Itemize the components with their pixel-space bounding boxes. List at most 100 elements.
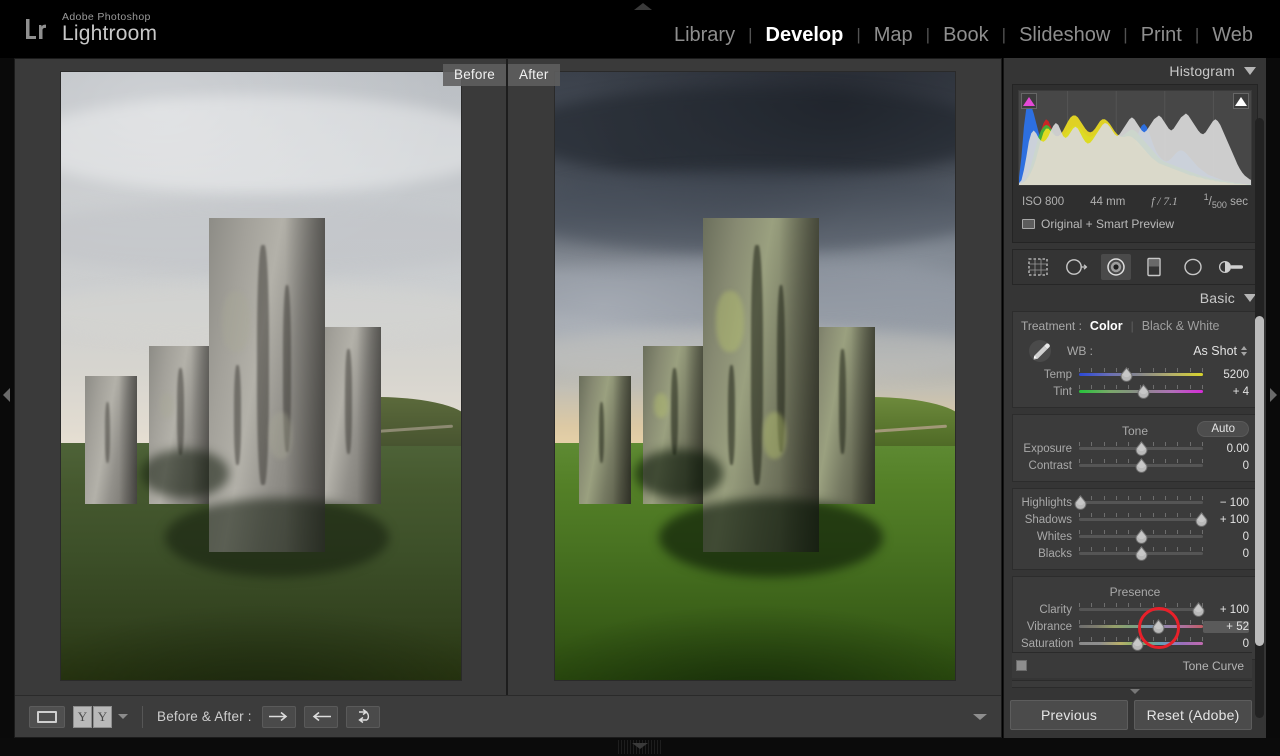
slider-value-tint[interactable]: + 4 (1203, 386, 1249, 398)
radial-filter-icon[interactable] (1178, 254, 1208, 280)
slider-label-contrast[interactable]: Contrast (1021, 460, 1079, 472)
histogram-graph[interactable] (1018, 90, 1252, 186)
reset-button[interactable]: Reset (Adobe) (1134, 700, 1252, 730)
after-photo[interactable] (554, 72, 955, 680)
crop-overlay-icon[interactable] (1023, 254, 1053, 280)
slider-track-clarity[interactable] (1079, 601, 1206, 618)
slider-value-contrast[interactable]: 0 (1203, 460, 1249, 472)
slider-label-whites[interactable]: Whites (1021, 531, 1079, 543)
top-panel-collapse-icon[interactable] (634, 3, 652, 10)
slider-knob-highlights[interactable] (1073, 495, 1088, 510)
before-pane[interactable]: Before (15, 59, 508, 695)
slider-track-highlights[interactable] (1074, 494, 1203, 511)
copy-after-settings-button[interactable] (303, 705, 338, 728)
slider-label-saturation[interactable]: Saturation (1021, 638, 1079, 650)
panel-scroll-down-icon[interactable] (1130, 689, 1140, 694)
copy-before-settings-button[interactable] (261, 705, 296, 728)
slider-track-blacks[interactable] (1079, 545, 1203, 562)
before-after-yy-left-button[interactable]: Y (73, 705, 92, 728)
toolbar-collapse-icon[interactable] (973, 713, 987, 720)
slider-label-temp[interactable]: Temp (1021, 369, 1079, 381)
module-develop[interactable]: Develop (753, 22, 857, 48)
slider-knob-contrast[interactable] (1134, 458, 1149, 473)
basic-panel-header[interactable]: Basic (1004, 285, 1266, 311)
preview-status[interactable]: Original + Smart Preview (1018, 213, 1252, 237)
slider-value-vibrance[interactable]: + 52 (1203, 620, 1249, 633)
view-mode-chevron-down-icon[interactable] (118, 714, 128, 719)
slider-track-contrast[interactable] (1079, 457, 1203, 474)
slider-track-whites[interactable] (1079, 528, 1203, 545)
filmstrip-collapse-bar[interactable] (0, 738, 1280, 756)
slider-track-saturation[interactable] (1079, 635, 1203, 652)
slider-row-exposure: Exposure 0.00 (1021, 440, 1249, 457)
auto-tone-button[interactable]: Auto (1197, 421, 1249, 438)
left-panel-collapse-button[interactable] (0, 58, 14, 738)
tone-title: Tone (1121, 423, 1149, 438)
slider-knob-clarity[interactable] (1191, 602, 1206, 617)
tone-curve-toggle-switch[interactable] (1016, 660, 1027, 671)
slider-track-shadows[interactable] (1079, 511, 1208, 528)
highlight-clipping-button[interactable] (1233, 93, 1249, 109)
slider-value-highlights[interactable]: − 100 (1203, 497, 1249, 509)
slider-label-shadows[interactable]: Shadows (1021, 514, 1079, 526)
slider-knob-tint[interactable] (1136, 384, 1151, 399)
slider-row-whites: Whites 0 (1021, 528, 1249, 545)
module-library[interactable]: Library (661, 22, 748, 48)
slider-label-clarity[interactable]: Clarity (1021, 604, 1079, 616)
before-after-yy-right-button[interactable]: Y (93, 705, 112, 728)
spot-removal-icon[interactable] (1062, 254, 1092, 280)
slider-label-exposure[interactable]: Exposure (1021, 443, 1079, 455)
slider-value-whites[interactable]: 0 (1203, 531, 1249, 543)
slider-value-blacks[interactable]: 0 (1203, 548, 1249, 560)
slider-label-vibrance[interactable]: Vibrance (1021, 621, 1079, 633)
slider-value-shadows[interactable]: + 100 (1203, 514, 1249, 526)
center-view: Before After Y Y Before & After: (14, 58, 1002, 738)
before-photo[interactable] (60, 72, 461, 680)
adjustment-brush-icon[interactable] (1217, 254, 1247, 280)
slider-value-temp[interactable]: 5200 (1203, 369, 1249, 381)
slider-label-tint[interactable]: Tint (1021, 386, 1079, 398)
slider-label-blacks[interactable]: Blacks (1021, 548, 1079, 560)
slider-knob-shadows[interactable] (1194, 512, 1209, 527)
slider-track-vibrance[interactable] (1079, 618, 1203, 635)
slider-knob-vibrance[interactable] (1151, 619, 1166, 634)
graduated-filter-icon[interactable] (1139, 254, 1169, 280)
tone-curve-panel-header[interactable]: Tone Curve (1012, 652, 1252, 678)
white-balance-dropdown-icon[interactable] (1241, 346, 1247, 357)
white-balance-eyedropper-icon[interactable] (1021, 338, 1061, 364)
slider-label-highlights[interactable]: Highlights (1021, 497, 1079, 509)
red-eye-correction-icon[interactable] (1100, 254, 1131, 281)
slider-row-tint: Tint + 4 (1021, 383, 1249, 400)
slider-value-exposure[interactable]: 0.00 (1203, 443, 1249, 455)
histogram-panel-header[interactable]: Histogram (1004, 58, 1266, 84)
slider-knob-temp[interactable] (1119, 367, 1134, 382)
slider-knob-blacks[interactable] (1134, 546, 1149, 561)
module-map[interactable]: Map (861, 22, 926, 48)
slider-knob-exposure[interactable] (1134, 441, 1149, 456)
shadow-clipping-button[interactable] (1021, 93, 1037, 109)
slider-knob-saturation[interactable] (1130, 636, 1145, 651)
exif-shutter-speed: 1/500 sec (1203, 192, 1248, 211)
previous-button[interactable]: Previous (1010, 700, 1128, 730)
slider-track-temp[interactable] (1079, 366, 1203, 383)
treatment-option-black-and-white[interactable]: Black & White (1142, 319, 1220, 333)
panel-action-buttons: Previous Reset (Adobe) (1010, 700, 1252, 730)
module-web[interactable]: Web (1199, 22, 1266, 48)
slider-track-exposure[interactable] (1079, 440, 1203, 457)
slider-row-vibrance: Vibrance + 52 (1021, 618, 1249, 635)
module-print[interactable]: Print (1128, 22, 1195, 48)
right-panel-collapse-button[interactable] (1266, 58, 1280, 738)
swap-before-after-button[interactable] (345, 705, 380, 728)
highlight-clipping-triangle-icon (1235, 96, 1247, 106)
slider-value-clarity[interactable]: + 100 (1203, 604, 1249, 616)
slider-knob-whites[interactable] (1134, 529, 1149, 544)
module-slideshow[interactable]: Slideshow (1006, 22, 1123, 48)
right-panel-scrollbar-thumb[interactable] (1255, 316, 1264, 646)
loupe-view-button[interactable] (29, 705, 65, 728)
after-pane[interactable]: After (508, 59, 1001, 695)
slider-value-saturation[interactable]: 0 (1203, 638, 1249, 650)
module-book[interactable]: Book (930, 22, 1002, 48)
treatment-option-color[interactable]: Color (1090, 319, 1123, 333)
white-balance-value[interactable]: As Shot (1193, 344, 1237, 358)
slider-track-tint[interactable] (1079, 383, 1203, 400)
